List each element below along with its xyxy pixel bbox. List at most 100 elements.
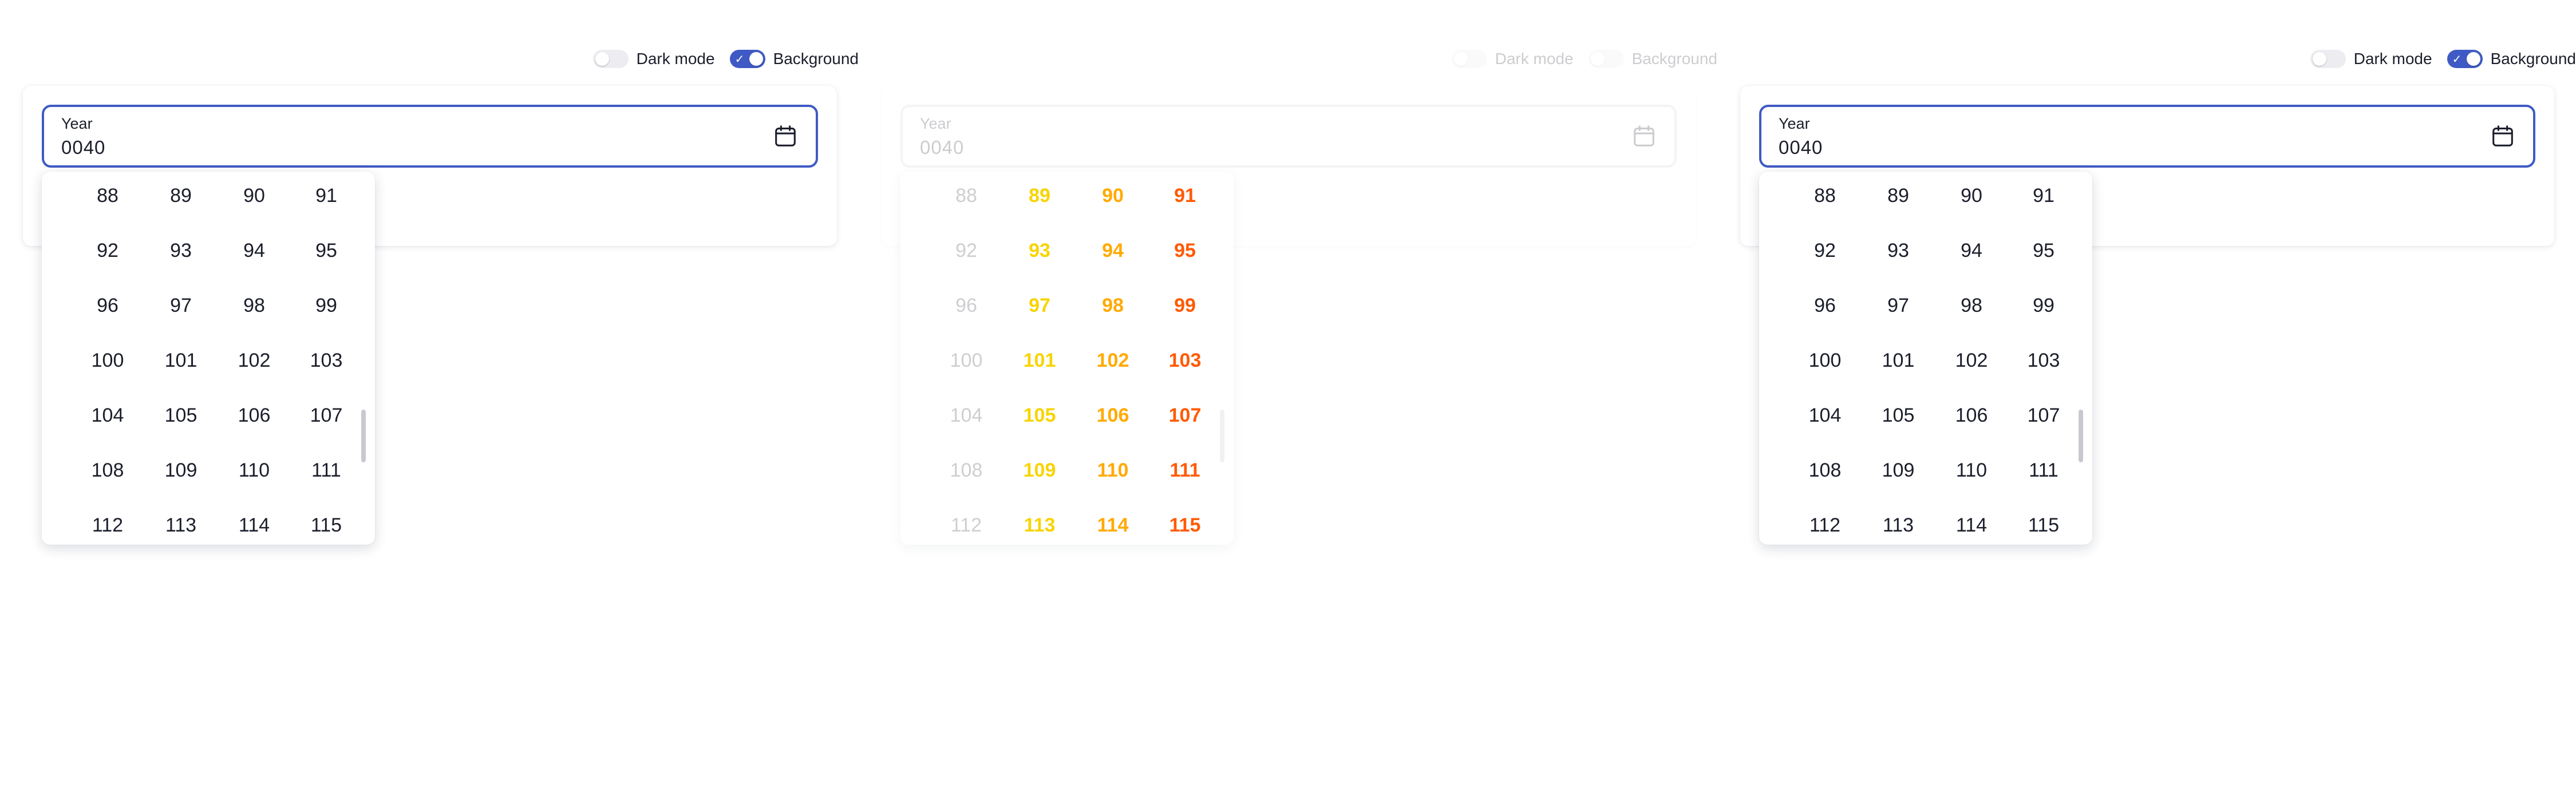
year-option[interactable]: 107: [1151, 398, 1219, 433]
year-option[interactable]: 90: [1078, 179, 1147, 213]
year-option[interactable]: 96: [73, 288, 142, 323]
calendar-icon[interactable]: [772, 123, 799, 149]
background-toggle-group[interactable]: ✓ Background: [2447, 50, 2576, 68]
year-option[interactable]: 110: [1078, 453, 1147, 487]
year-option[interactable]: 97: [1864, 288, 1933, 323]
year-option[interactable]: 109: [147, 453, 215, 487]
year-field[interactable]: Year 0040: [900, 105, 1677, 168]
year-option[interactable]: 113: [1005, 508, 1074, 542]
year-option[interactable]: 103: [292, 343, 361, 378]
year-option[interactable]: 99: [2009, 288, 2078, 323]
year-option[interactable]: 102: [1078, 343, 1147, 378]
year-option[interactable]: 104: [932, 398, 1001, 433]
year-option[interactable]: 94: [1078, 233, 1147, 268]
year-option[interactable]: 88: [1791, 179, 1859, 213]
dark-mode-switch[interactable]: [592, 50, 629, 68]
background-switch[interactable]: ✓: [2447, 50, 2483, 68]
year-option[interactable]: 113: [1864, 508, 1933, 542]
year-option[interactable]: 100: [73, 343, 142, 378]
year-option[interactable]: 98: [1937, 288, 2006, 323]
year-option[interactable]: 95: [292, 233, 361, 268]
dark-mode-toggle-group[interactable]: Dark mode: [1451, 50, 1574, 68]
year-option[interactable]: 98: [220, 288, 289, 323]
year-option[interactable]: 106: [220, 398, 289, 433]
dark-mode-toggle-group[interactable]: Dark mode: [592, 50, 715, 68]
year-option[interactable]: 90: [1937, 179, 2006, 213]
year-option[interactable]: 112: [1791, 508, 1859, 542]
year-option[interactable]: 113: [147, 508, 215, 542]
year-option[interactable]: 107: [292, 398, 361, 433]
year-option[interactable]: 105: [1864, 398, 1933, 433]
year-option[interactable]: 95: [2009, 233, 2078, 268]
year-option[interactable]: 104: [1791, 398, 1859, 433]
year-option[interactable]: 92: [1791, 233, 1859, 268]
year-option[interactable]: 114: [220, 508, 289, 542]
year-field-value[interactable]: 0040: [1779, 137, 1823, 158]
year-option[interactable]: 88: [73, 179, 142, 213]
year-option[interactable]: 108: [932, 453, 1001, 487]
year-option[interactable]: 101: [1864, 343, 1933, 378]
year-option[interactable]: 102: [220, 343, 289, 378]
year-option[interactable]: 103: [2009, 343, 2078, 378]
scrollbar-thumb[interactable]: [1220, 410, 1224, 462]
year-option[interactable]: 110: [1937, 453, 2006, 487]
dark-mode-toggle-group[interactable]: Dark mode: [2310, 50, 2432, 68]
year-option[interactable]: 112: [932, 508, 1001, 542]
scrollbar-thumb[interactable]: [2079, 410, 2083, 462]
year-option[interactable]: 100: [932, 343, 1001, 378]
year-option[interactable]: 97: [1005, 288, 1074, 323]
year-option[interactable]: 92: [932, 233, 1001, 268]
year-option[interactable]: 89: [1864, 179, 1933, 213]
year-option[interactable]: 98: [1078, 288, 1147, 323]
year-option[interactable]: 111: [2009, 453, 2078, 487]
year-option[interactable]: 95: [1151, 233, 1219, 268]
year-option[interactable]: 114: [1937, 508, 2006, 542]
year-option[interactable]: 104: [73, 398, 142, 433]
background-toggle-group[interactable]: ✓ Background: [729, 50, 859, 68]
year-option[interactable]: 91: [1151, 179, 1219, 213]
year-option[interactable]: 105: [1005, 398, 1074, 433]
year-option[interactable]: 112: [73, 508, 142, 542]
year-option[interactable]: 101: [147, 343, 215, 378]
year-option[interactable]: 111: [292, 453, 361, 487]
year-option[interactable]: 90: [220, 179, 289, 213]
year-option[interactable]: 101: [1005, 343, 1074, 378]
year-option[interactable]: 89: [147, 179, 215, 213]
year-option[interactable]: 94: [1937, 233, 2006, 268]
year-option[interactable]: 109: [1864, 453, 1933, 487]
year-option[interactable]: 92: [73, 233, 142, 268]
year-option[interactable]: 96: [932, 288, 1001, 323]
year-option[interactable]: 91: [292, 179, 361, 213]
year-option[interactable]: 93: [1005, 233, 1074, 268]
dark-mode-switch[interactable]: [1451, 50, 1487, 68]
calendar-icon[interactable]: [1631, 123, 1657, 149]
scrollbar-thumb[interactable]: [361, 410, 366, 462]
year-field[interactable]: Year 0040: [1759, 105, 2535, 168]
year-option[interactable]: 109: [1005, 453, 1074, 487]
background-switch[interactable]: [1588, 50, 1624, 68]
year-option[interactable]: 114: [1078, 508, 1147, 542]
year-option[interactable]: 102: [1937, 343, 2006, 378]
year-option[interactable]: 91: [2009, 179, 2078, 213]
calendar-icon[interactable]: [2490, 123, 2516, 149]
year-option[interactable]: 110: [220, 453, 289, 487]
year-field-value[interactable]: 0040: [920, 137, 964, 158]
year-field-value[interactable]: 0040: [61, 137, 105, 158]
year-option[interactable]: 88: [932, 179, 1001, 213]
year-option[interactable]: 115: [292, 508, 361, 542]
year-option[interactable]: 99: [1151, 288, 1219, 323]
year-option[interactable]: 93: [147, 233, 215, 268]
year-option[interactable]: 96: [1791, 288, 1859, 323]
year-option[interactable]: 94: [220, 233, 289, 268]
year-option[interactable]: 111: [1151, 453, 1219, 487]
year-option[interactable]: 108: [1791, 453, 1859, 487]
background-switch[interactable]: ✓: [729, 50, 765, 68]
year-option[interactable]: 115: [1151, 508, 1219, 542]
year-option[interactable]: 107: [2009, 398, 2078, 433]
year-field[interactable]: Year 0040: [42, 105, 818, 168]
dark-mode-switch[interactable]: [2310, 50, 2346, 68]
background-toggle-group[interactable]: Background: [1588, 50, 1717, 68]
year-option[interactable]: 93: [1864, 233, 1933, 268]
year-option[interactable]: 89: [1005, 179, 1074, 213]
year-option[interactable]: 99: [292, 288, 361, 323]
